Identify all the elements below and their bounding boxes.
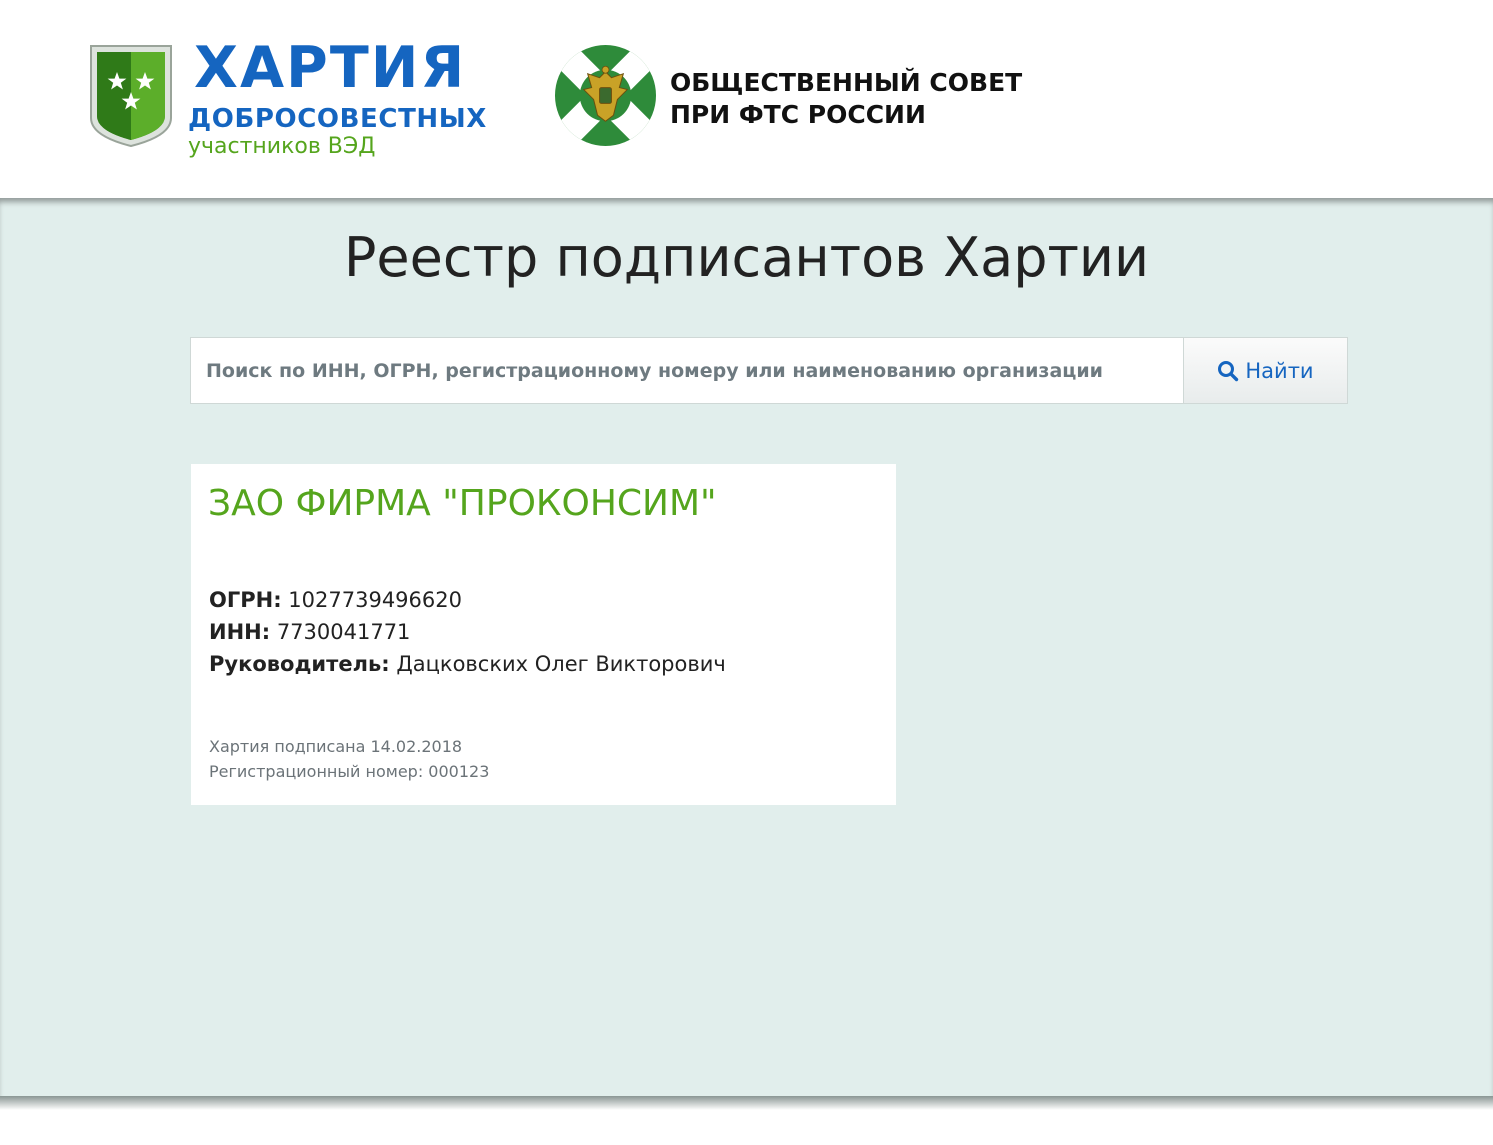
ogrn-label: ОГРН: — [209, 588, 282, 612]
customs-council-emblem-icon[interactable] — [554, 44, 657, 147]
head-label: Руководитель: — [209, 652, 390, 676]
inn-label: ИНН: — [209, 620, 271, 644]
page-title: Реестр подписантов Хартии — [343, 226, 1150, 289]
charter-logo[interactable]: ХАРТИЯ ДОБРОСОВЕСТНЫХ участников ВЭД — [89, 40, 509, 164]
registration-number: Регистрационный номер: 000123 — [209, 762, 490, 781]
search-button[interactable]: Найти — [1183, 338, 1347, 403]
charter-logo-subword: ДОБРОСОВЕСТНЫХ — [188, 104, 487, 134]
search-button-label: Найти — [1245, 358, 1314, 383]
inn-row: ИНН: 7730041771 — [209, 616, 726, 648]
organization-details: ОГРН: 1027739496620 ИНН: 7730041771 Руко… — [209, 584, 726, 680]
registry-section: Реестр подписантов Хартии Найти ЗАО ФИРМ… — [0, 198, 1493, 1096]
council-title: ОБЩЕСТВЕННЫЙ СОВЕТ ПРИ ФТС РОССИИ — [670, 67, 1022, 131]
organization-name-link[interactable]: ЗАО ФИРМА "ПРОКОНСИМ" — [208, 482, 717, 525]
ogrn-value: 1027739496620 — [288, 588, 462, 612]
council-title-line-1: ОБЩЕСТВЕННЫЙ СОВЕТ — [670, 68, 1023, 97]
shield-stars-icon — [90, 45, 172, 148]
search-input[interactable] — [191, 338, 1183, 403]
ogrn-row: ОГРН: 1027739496620 — [209, 584, 726, 616]
search-form: Найти — [190, 337, 1348, 404]
result-card: ЗАО ФИРМА "ПРОКОНСИМ" ОГРН: 102773949662… — [191, 464, 896, 805]
search-icon — [1218, 360, 1239, 381]
signing-meta: Хартия подписана 14.02.2018 Регистрацион… — [209, 734, 489, 784]
footer-divider — [0, 1096, 1493, 1110]
charter-logo-tagline: участников ВЭД — [188, 134, 376, 159]
head-row: Руководитель: Дацковских Олег Викторович — [209, 648, 726, 680]
site-header: ХАРТИЯ ДОБРОСОВЕСТНЫХ участников ВЭД ОБЩ… — [0, 0, 1493, 198]
council-title-line-2: ПРИ ФТС РОССИИ — [670, 100, 926, 129]
page: ХАРТИЯ ДОБРОСОВЕСТНЫХ участников ВЭД ОБЩ… — [0, 0, 1493, 1145]
signed-date: Хартия подписана 14.02.2018 — [209, 737, 463, 756]
inn-value: 7730041771 — [276, 620, 411, 644]
charter-logo-word: ХАРТИЯ — [194, 35, 467, 101]
head-value: Дацковских Олег Викторович — [396, 652, 726, 676]
